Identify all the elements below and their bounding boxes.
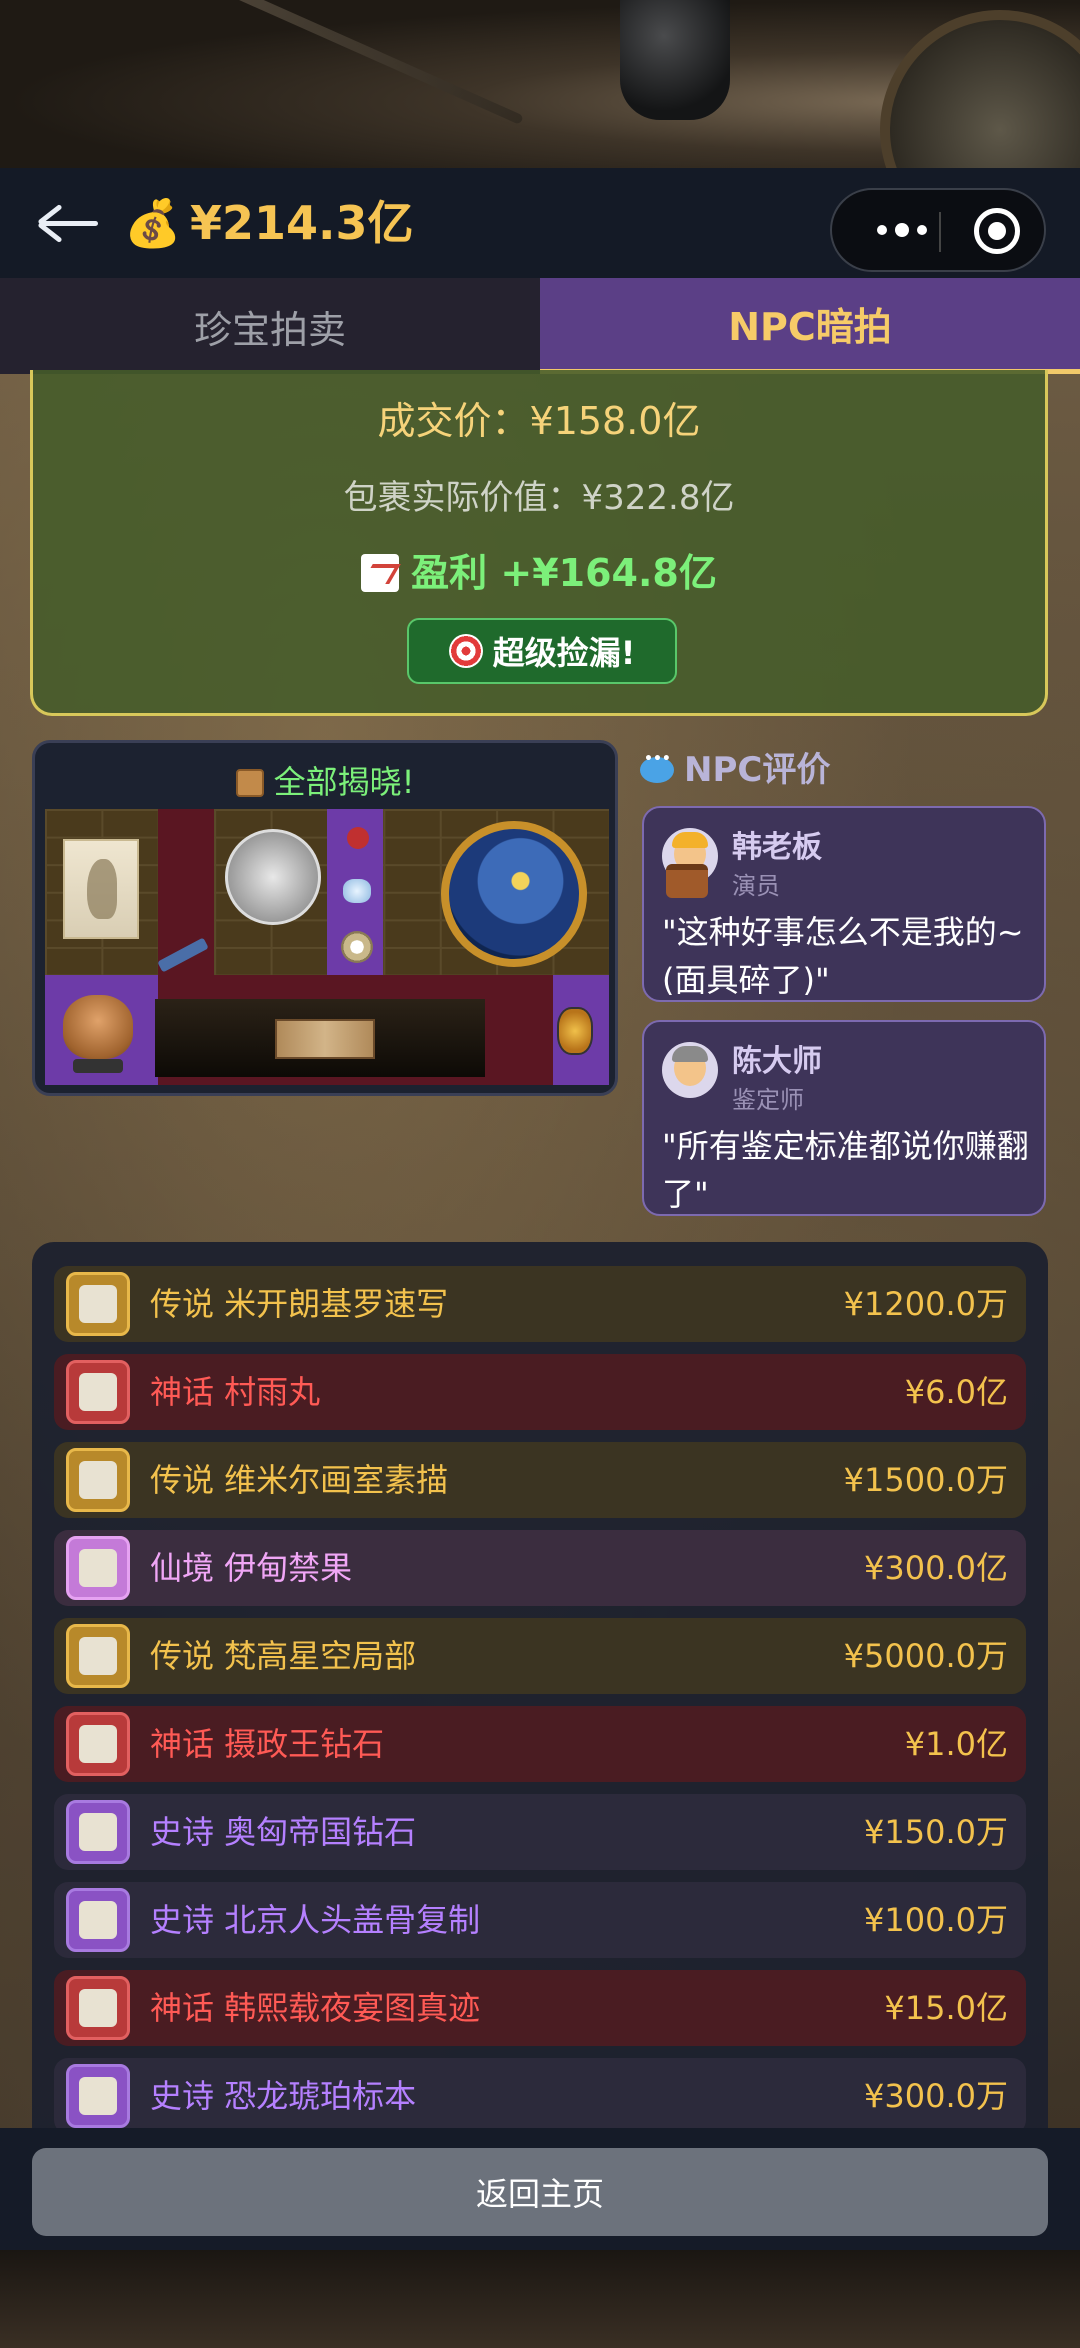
auction-result-panel: 成交价：¥158.0亿 包裹实际价值：¥322.8亿 盈利 +¥164.8亿 超…	[30, 370, 1048, 716]
profit-text: 盈利 +¥164.8亿	[411, 551, 717, 595]
tab-treasure-auction[interactable]: 珍宝拍卖	[0, 278, 540, 374]
return-home-button[interactable]: 返回主页	[32, 2148, 1048, 2236]
austro-hungarian-diamond-item[interactable]	[341, 931, 373, 963]
npc-role: 演员	[732, 872, 780, 900]
item-thumbnail	[66, 2064, 130, 2128]
item-label: 仙境 伊甸禁果	[150, 1549, 353, 1587]
inkwell-decoration	[620, 0, 730, 120]
npc-comments-title: NPC评价	[640, 742, 830, 791]
tab-npc-blind-auction[interactable]: NPC暗拍	[540, 278, 1080, 374]
item-price: ¥6.0亿	[904, 1373, 1008, 1411]
list-item[interactable]: 神话 韩熙载夜宴图真迹 ¥15.0亿	[54, 1970, 1026, 2046]
list-item[interactable]: 史诗 恐龙琥珀标本 ¥300.0万	[54, 2058, 1026, 2134]
package-icon	[235, 769, 264, 797]
item-thumbnail	[66, 1976, 130, 2040]
item-price: ¥5000.0万	[843, 1637, 1008, 1675]
profit-line: 盈利 +¥164.8亿	[33, 542, 1045, 597]
item-price: ¥300.0万	[864, 2077, 1008, 2115]
background-desk-photo	[0, 0, 1080, 250]
regent-diamond-item[interactable]	[343, 879, 371, 903]
item-thumbnail	[66, 1448, 130, 1512]
item-label: 史诗 恐龙琥珀标本	[150, 2077, 417, 2115]
package-reveal-panel: 全部揭晓!	[32, 740, 618, 1096]
item-label: 传说 梵高星空局部	[150, 1637, 417, 1675]
list-item[interactable]: 史诗 奥匈帝国钻石 ¥150.0万	[54, 1794, 1026, 1870]
package-grid	[45, 809, 609, 1085]
item-thumbnail	[66, 1888, 130, 1952]
deal-price: 成交价：¥158.0亿	[377, 399, 701, 443]
item-price: ¥100.0万	[864, 1901, 1008, 1939]
speech-bubble-icon	[640, 751, 674, 783]
list-item[interactable]: 神话 村雨丸 ¥6.0亿	[54, 1354, 1026, 1430]
back-arrow-icon[interactable]	[30, 198, 100, 248]
item-thumbnail	[66, 1712, 130, 1776]
night-revels-scroll-item[interactable]	[155, 999, 485, 1077]
briefcase-icon	[666, 864, 708, 898]
footer-bar: 返回主页	[0, 2128, 1080, 2250]
list-item[interactable]: 传说 梵高星空局部 ¥5000.0万	[54, 1618, 1026, 1694]
list-item[interactable]: 传说 维米尔画室素描 ¥1500.0万	[54, 1442, 1026, 1518]
dinosaur-amber-item[interactable]	[557, 1007, 593, 1055]
bullseye-icon	[448, 634, 483, 668]
list-item[interactable]: 神话 摄政王钻石 ¥1.0亿	[54, 1706, 1026, 1782]
item-list: 传说 米开朗基罗速写 ¥1200.0万 神话 村雨丸 ¥6.0亿 传说 维米尔画…	[32, 1242, 1048, 2250]
item-label: 传说 维米尔画室素描	[150, 1461, 449, 1499]
item-price: ¥1200.0万	[843, 1285, 1008, 1323]
tab-bar: 珍宝拍卖 NPC暗拍	[0, 278, 1080, 374]
item-label: 史诗 北京人头盖骨复制	[150, 1901, 481, 1939]
money-balance: ¥214.3亿	[190, 196, 414, 250]
item-thumbnail	[66, 1624, 130, 1688]
item-price: ¥150.0万	[864, 1813, 1008, 1851]
item-thumbnail	[66, 1536, 130, 1600]
item-thumbnail	[66, 1272, 130, 1336]
super-bargain-badge: 超级捡漏!	[407, 618, 677, 684]
top-bar: 💰 ¥214.3亿	[0, 168, 1080, 278]
peking-man-skull-item[interactable]	[63, 995, 133, 1059]
list-item[interactable]: 传说 米开朗基罗速写 ¥1200.0万	[54, 1266, 1026, 1342]
item-label: 神话 韩熙载夜宴图真迹	[150, 1989, 481, 2027]
npc-quote: "所有鉴定标准都说你赚翻了"	[662, 1127, 1029, 1213]
badge-text: 超级捡漏!	[492, 634, 636, 672]
npc-name: 韩老板	[732, 830, 822, 865]
more-menu-icon[interactable]	[862, 190, 942, 270]
reveal-title: 全部揭晓!	[35, 757, 615, 803]
item-label: 神话 摄政王钻石	[150, 1725, 385, 1763]
vermeer-sketch-item[interactable]	[225, 829, 321, 925]
npc-comment-card: 陈大师 鉴定师 "所有鉴定标准都说你赚翻了"	[642, 1020, 1046, 1216]
money-bag-icon: 💰	[124, 196, 182, 250]
eden-apple-item[interactable]	[347, 827, 369, 849]
avatar	[662, 1042, 718, 1098]
item-price: ¥1500.0万	[843, 1461, 1008, 1499]
item-price: ¥15.0亿	[884, 1989, 1008, 2027]
item-label: 神话 村雨丸	[150, 1373, 321, 1411]
item-price: ¥1.0亿	[904, 1725, 1008, 1763]
npc-name: 陈大师	[732, 1044, 822, 1079]
mini-program-capsule	[830, 188, 1046, 272]
item-thumbnail	[66, 1360, 130, 1424]
actual-value: 包裹实际价值：¥322.8亿	[343, 478, 735, 518]
npc-quote: "这种好事怎么不是我的~(面具碎了)"	[662, 913, 1024, 999]
item-price: ¥300.0亿	[864, 1549, 1008, 1587]
starry-night-item[interactable]	[441, 821, 587, 967]
michelangelo-sketch-item[interactable]	[63, 839, 139, 939]
item-thumbnail	[66, 1800, 130, 1864]
list-item[interactable]: 仙境 伊甸禁果 ¥300.0亿	[54, 1530, 1026, 1606]
item-label: 史诗 奥匈帝国钻石	[150, 1813, 417, 1851]
npc-comment-card: 韩老板 演员 "这种好事怎么不是我的~(面具碎了)"	[642, 806, 1046, 1002]
chart-up-icon	[361, 554, 400, 592]
list-item[interactable]: 史诗 北京人头盖骨复制 ¥100.0万	[54, 1882, 1026, 1958]
quill-decoration	[136, 0, 524, 125]
npc-role: 鉴定师	[732, 1086, 804, 1114]
item-label: 传说 米开朗基罗速写	[150, 1285, 449, 1323]
background-bottom	[0, 2250, 1080, 2348]
close-program-icon[interactable]	[974, 208, 1020, 254]
